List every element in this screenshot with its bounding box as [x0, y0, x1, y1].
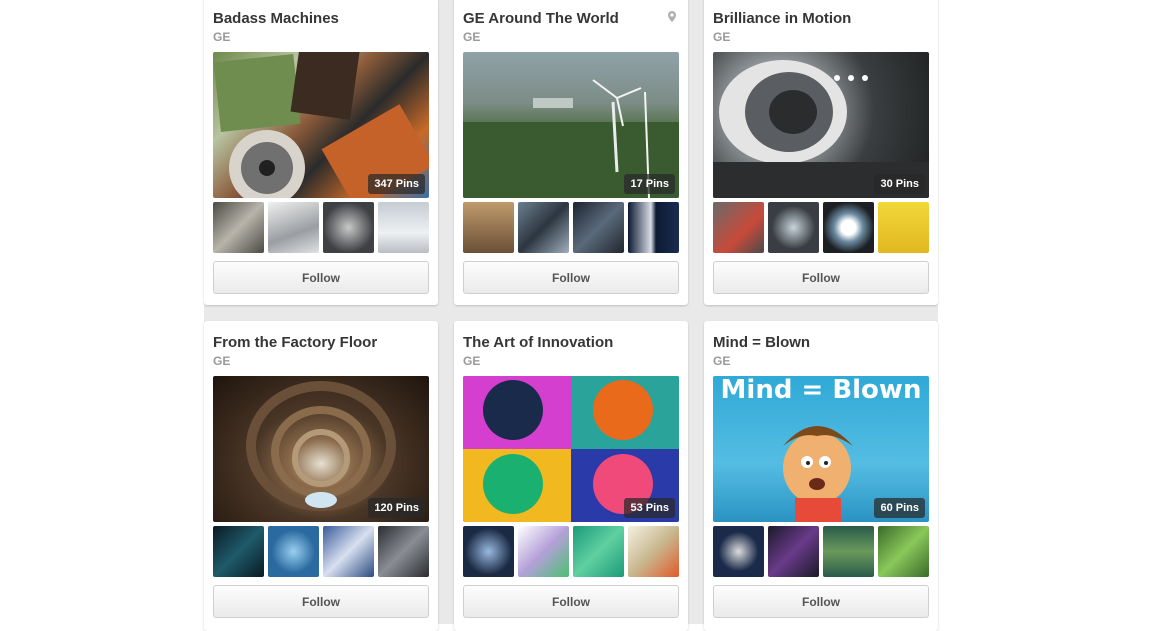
board-owner[interactable]: GE — [463, 30, 480, 44]
board-grid: Badass Machines GE 347 Pins Follow GE Ar… — [204, 0, 938, 631]
thumbnail-row — [713, 202, 929, 253]
thumbnail[interactable] — [823, 526, 874, 577]
board-card[interactable]: Badass Machines GE 347 Pins Follow — [204, 0, 438, 305]
board-card[interactable]: Mind = Blown GE Mind = Blown 60 Pins Fol… — [704, 321, 938, 631]
thumbnail-row — [713, 526, 929, 577]
follow-button[interactable]: Follow — [463, 585, 679, 618]
thumbnail[interactable] — [463, 202, 514, 253]
thumbnail[interactable] — [518, 202, 569, 253]
thumbnail-row — [213, 202, 429, 253]
board-title[interactable]: The Art of Innovation — [463, 334, 663, 351]
pin-count-badge: 53 Pins — [624, 498, 675, 518]
board-owner[interactable]: GE — [213, 30, 230, 44]
pin-count-badge: 347 Pins — [368, 174, 425, 194]
pin-count-badge: 60 Pins — [874, 498, 925, 518]
thumbnail[interactable] — [378, 526, 429, 577]
board-title[interactable]: From the Factory Floor — [213, 334, 413, 351]
thumbnail-row — [463, 526, 679, 577]
thumbnail[interactable] — [768, 202, 819, 253]
thumbnail-row — [213, 526, 429, 577]
thumbnail[interactable] — [628, 526, 679, 577]
thumbnail[interactable] — [378, 202, 429, 253]
follow-button[interactable]: Follow — [463, 261, 679, 294]
follow-button[interactable]: Follow — [713, 261, 929, 294]
board-cover-image[interactable]: 347 Pins — [213, 52, 429, 198]
thumbnail[interactable] — [213, 202, 264, 253]
board-owner[interactable]: GE — [713, 30, 730, 44]
thumbnail[interactable] — [463, 526, 514, 577]
thumbnail[interactable] — [823, 202, 874, 253]
board-cover-image[interactable]: 17 Pins — [463, 52, 679, 198]
board-title[interactable]: Mind = Blown — [713, 334, 913, 351]
follow-button[interactable]: Follow — [213, 261, 429, 294]
thumbnail[interactable] — [213, 526, 264, 577]
board-owner[interactable]: GE — [463, 354, 480, 368]
thumbnail[interactable] — [768, 526, 819, 577]
pin-count-badge: 120 Pins — [368, 498, 425, 518]
board-cover-image[interactable]: 120 Pins — [213, 376, 429, 522]
thumbnail[interactable] — [878, 202, 929, 253]
board-cover-image[interactable]: 30 Pins — [713, 52, 929, 198]
thumbnail[interactable] — [713, 526, 764, 577]
thumbnail[interactable] — [878, 526, 929, 577]
thumbnail-row — [463, 202, 679, 253]
board-cover-image[interactable]: Mind = Blown 60 Pins — [713, 376, 929, 522]
thumbnail[interactable] — [323, 202, 374, 253]
board-title[interactable]: Badass Machines — [213, 10, 413, 27]
board-title[interactable]: Brilliance in Motion — [713, 10, 913, 27]
thumbnail[interactable] — [573, 526, 624, 577]
thumbnail[interactable] — [713, 202, 764, 253]
board-owner[interactable]: GE — [213, 354, 230, 368]
thumbnail[interactable] — [573, 202, 624, 253]
pin-count-badge: 30 Pins — [874, 174, 925, 194]
follow-button[interactable]: Follow — [713, 585, 929, 618]
board-card[interactable]: GE Around The World GE 17 Pins Follow — [454, 0, 688, 305]
thumbnail[interactable] — [268, 526, 319, 577]
board-owner[interactable]: GE — [713, 354, 730, 368]
board-title[interactable]: GE Around The World — [463, 10, 663, 27]
board-card[interactable]: Brilliance in Motion GE 30 Pins Follow — [704, 0, 938, 305]
thumbnail[interactable] — [518, 526, 569, 577]
thumbnail[interactable] — [268, 202, 319, 253]
thumbnail[interactable] — [628, 202, 679, 253]
thumbnail[interactable] — [323, 526, 374, 577]
board-cover-image[interactable]: 53 Pins — [463, 376, 679, 522]
follow-button[interactable]: Follow — [213, 585, 429, 618]
board-card[interactable]: The Art of Innovation GE 53 Pins Follow — [454, 321, 688, 631]
board-card[interactable]: From the Factory Floor GE 120 Pins Follo… — [204, 321, 438, 631]
location-pin-icon — [668, 11, 676, 22]
pin-count-badge: 17 Pins — [624, 174, 675, 194]
